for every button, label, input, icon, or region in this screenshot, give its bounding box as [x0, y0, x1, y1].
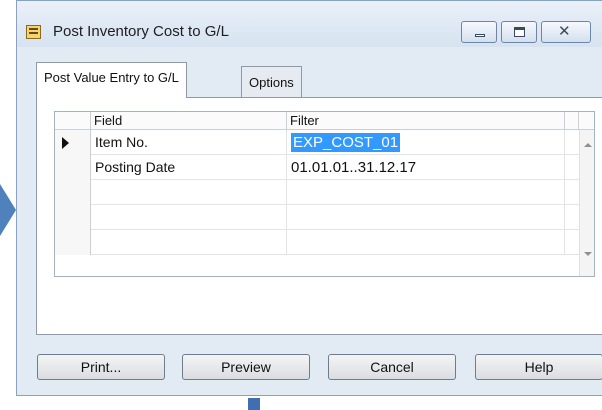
grid-header-filter[interactable]: Filter [287, 112, 565, 130]
table-row[interactable] [55, 230, 579, 255]
filter-grid: Field Filter Item No. EXP_COST_01 Postin… [54, 111, 595, 277]
field-cell[interactable]: Item No. [91, 130, 287, 155]
row-selector[interactable] [55, 180, 91, 205]
field-cell[interactable] [91, 230, 287, 255]
maximize-button[interactable] [501, 21, 537, 43]
field-cell[interactable] [91, 205, 287, 230]
filter-cell[interactable]: 01.01.01..31.12.17 [287, 155, 565, 180]
extra-cell [565, 180, 579, 205]
window-title: Post Inventory Cost to G/L [53, 23, 229, 40]
title-bar[interactable]: Post Inventory Cost to G/L ✕ [17, 1, 602, 47]
request-page-window: Post Inventory Cost to G/L ✕ Post Value … [16, 0, 602, 396]
table-row[interactable] [55, 180, 579, 205]
backdrop-block [248, 398, 260, 410]
filter-cell[interactable] [287, 205, 565, 230]
row-selector[interactable] [55, 130, 91, 155]
extra-cell [565, 230, 579, 255]
row-selector[interactable] [55, 205, 91, 230]
extra-cell [565, 155, 579, 180]
grid-header-field[interactable]: Field [91, 112, 287, 130]
filter-cell[interactable] [287, 230, 565, 255]
backdrop-arrow [0, 184, 16, 236]
cancel-button[interactable]: Cancel [328, 354, 456, 380]
tab-post-value-entry[interactable]: Post Value Entry to G/L [36, 62, 187, 98]
row-selector[interactable] [55, 230, 91, 255]
print-button[interactable]: Print... [37, 354, 165, 380]
minimize-button[interactable] [461, 21, 497, 43]
maximize-icon [514, 27, 525, 37]
row-pointer-icon [62, 137, 69, 149]
preview-button[interactable]: Preview [182, 354, 310, 380]
close-button[interactable]: ✕ [541, 21, 591, 43]
field-cell[interactable]: Posting Date [91, 155, 287, 180]
table-row[interactable]: Posting Date 01.01.01..31.12.17 [55, 155, 579, 180]
table-row[interactable]: Item No. EXP_COST_01 [55, 130, 579, 155]
scroll-up-icon[interactable] [584, 143, 592, 147]
grid-scrollbar[interactable] [579, 130, 594, 276]
help-button[interactable]: Help [475, 354, 602, 380]
close-icon: ✕ [558, 22, 571, 40]
grid-header-selector [55, 112, 91, 130]
extra-cell [565, 130, 579, 155]
tab-options[interactable]: Options [241, 66, 302, 97]
grid-header-extra [565, 112, 579, 130]
extra-cell [565, 205, 579, 230]
report-icon [26, 25, 41, 39]
filter-cell[interactable] [287, 180, 565, 205]
minimize-icon [475, 34, 485, 37]
scroll-down-icon[interactable] [584, 252, 592, 256]
filter-cell[interactable]: EXP_COST_01 [287, 130, 565, 155]
table-row[interactable] [55, 205, 579, 230]
row-selector[interactable] [55, 155, 91, 180]
field-cell[interactable] [91, 180, 287, 205]
grid-header-corner [579, 112, 594, 130]
tab-panel: Field Filter Item No. EXP_COST_01 Postin… [36, 97, 602, 335]
selected-filter-text[interactable]: EXP_COST_01 [291, 133, 401, 152]
